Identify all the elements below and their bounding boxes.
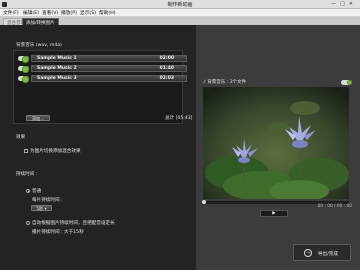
toggle-knob: [347, 80, 352, 85]
track-duration-3: 02:03: [159, 76, 174, 81]
lotus-photo: [203, 87, 349, 199]
image-count-label: 播片持续时间 : 大于15秒: [32, 230, 84, 235]
track-name-1: Sample Music 1: [37, 56, 77, 61]
slider-thumb[interactable]: [202, 200, 206, 204]
menu-bar: 文件(F) 编辑(E) 查看(V) 播放(P) 显示(S) 帮助(H): [0, 9, 360, 17]
menu-edit[interactable]: 编辑(E): [23, 10, 39, 16]
time-display: 00 : 00 / 00 : 00: [317, 204, 352, 209]
minimize-icon[interactable]: —: [331, 1, 340, 7]
preview-audio-toggle[interactable]: [341, 80, 352, 85]
menu-help[interactable]: 帮助(H): [99, 10, 116, 16]
menu-file[interactable]: 文件(F): [3, 10, 19, 16]
auto-label: 自动根据图片持续时间，且把配音设定长: [32, 221, 115, 226]
export-button[interactable]: → 导出/完成: [293, 244, 351, 261]
add-music-button[interactable]: 添加...: [26, 115, 50, 121]
menu-view[interactable]: 查看(V): [42, 10, 58, 16]
track-row-3[interactable]: Sample Music 3 02:03: [16, 75, 187, 83]
menu-display[interactable]: 显示(S): [80, 10, 96, 16]
per-image-label: 每片持续时间 :: [32, 198, 63, 203]
window-controls[interactable]: —□✕: [331, 1, 357, 7]
transition-effect-checkbox[interactable]: [24, 149, 28, 153]
per-image-dropdown[interactable]: 5秒 ▾: [31, 205, 52, 211]
auto-radio[interactable]: [26, 221, 30, 225]
preview-image: [203, 87, 349, 199]
track-row-1[interactable]: Sample Music 1 02:00: [16, 55, 187, 63]
track-duration-1: 02:00: [159, 56, 174, 61]
track-toggle-1[interactable]: [18, 56, 29, 63]
track-name-3: Sample Music 3: [37, 76, 77, 81]
close-icon[interactable]: ✕: [349, 1, 357, 7]
transition-effect-label: 为图片切换添加混合效果: [30, 149, 81, 154]
play-icon: ▶: [272, 211, 276, 216]
duration-label: 持续时间 :: [16, 172, 38, 177]
total-duration: 总计 [05:43]: [165, 116, 193, 121]
preview-label: ♪ 背景音乐 : 3个文件: [203, 80, 247, 85]
maximize-icon[interactable]: □: [340, 1, 349, 7]
play-button[interactable]: ▶: [260, 210, 288, 217]
music-note-icon: ♪: [203, 80, 206, 85]
window-title: 制作新动画: [167, 2, 193, 8]
tab-add-images[interactable]: 添加/转换图片: [22, 18, 59, 26]
bg-music-label: 背景音乐 (wav, m4a): [16, 43, 62, 48]
track-toggle-3[interactable]: [18, 76, 29, 83]
music-list: Sample Music 1 02:00 Sample Music 2 01:4…: [13, 50, 187, 124]
per-image-value: 5秒: [36, 206, 44, 211]
preview-panel: ♪ 背景音乐 : 3个文件 00: 00 / 00: 00 ▶ → 导出/完…: [196, 25, 360, 270]
tab-bar: 混合音效 添加/转换图片: [0, 17, 360, 26]
effects-label: 效果: [16, 135, 26, 140]
track-row-2[interactable]: Sample Music 2 01:40: [16, 65, 187, 73]
title-bar: 制作新动画 —□✕: [0, 0, 360, 9]
standard-radio[interactable]: [26, 189, 30, 193]
track-duration-2: 01:40: [159, 66, 174, 71]
export-icon: →: [304, 249, 312, 257]
track-name-2: Sample Music 2: [37, 66, 77, 71]
menu-play[interactable]: 播放(P): [61, 10, 77, 16]
track-toggle-2[interactable]: [18, 66, 29, 73]
chevron-down-icon: ▾: [44, 206, 47, 211]
standard-label: 普通: [32, 189, 42, 194]
